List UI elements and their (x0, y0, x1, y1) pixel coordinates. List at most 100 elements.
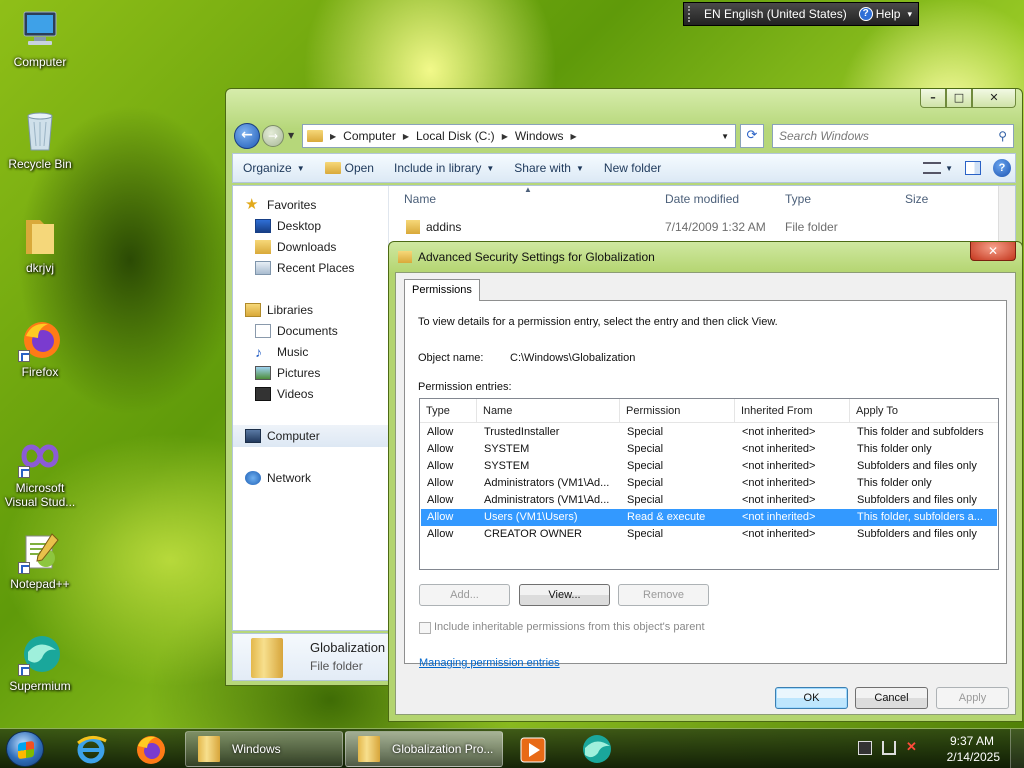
language-indicator[interactable]: EN English (United States) (704, 7, 847, 21)
nav-pictures[interactable]: Pictures (255, 364, 320, 382)
help-icon[interactable]: ? (858, 7, 873, 21)
entry-inherited-from: <not inherited> (742, 443, 816, 455)
chevron-down-icon[interactable]: ▼ (945, 164, 953, 173)
taskbar-media-player[interactable] (507, 731, 561, 767)
desktop-icon-label: Firefox (21, 365, 59, 379)
ok-button[interactable]: OK (775, 687, 848, 709)
entry-inherited-from: <not inherited> (742, 460, 816, 472)
permission-entries-list[interactable]: Type Name Permission Inherited From Appl… (419, 398, 999, 570)
taskbar-supermium[interactable] (570, 731, 624, 767)
search-icon[interactable]: ⚲ (998, 129, 1007, 143)
start-button[interactable] (6, 731, 44, 767)
refresh-button[interactable]: ⟳ (740, 124, 764, 148)
minimize-button[interactable]: – (920, 89, 946, 108)
breadcrumb-windows[interactable]: Windows (515, 129, 564, 143)
drag-handle-icon[interactable] (688, 6, 694, 22)
action-center-icon[interactable] (858, 741, 872, 755)
column-header-apply-to[interactable]: Apply To (850, 399, 998, 423)
taskbar-internet-explorer[interactable] (64, 731, 118, 767)
nav-desktop[interactable]: Desktop (255, 217, 321, 235)
nav-music[interactable]: ♪ Music (255, 343, 308, 361)
clock-time[interactable]: 9:37 AM (950, 734, 994, 748)
breadcrumb-local-disk[interactable]: Local Disk (C:) (416, 129, 495, 143)
open-button[interactable]: Open (315, 161, 384, 175)
change-view-icon[interactable] (923, 162, 942, 174)
nav-recent-places[interactable]: Recent Places (255, 259, 354, 277)
back-button[interactable]: ← (234, 123, 260, 149)
help-link[interactable]: Help (876, 7, 901, 21)
nav-libraries[interactable]: Libraries (245, 301, 313, 319)
search-placeholder[interactable]: Search Windows (779, 129, 869, 143)
permission-entry-row[interactable]: Allow SYSTEM Special <not inherited> Subfold… (421, 458, 997, 475)
tab-permissions[interactable]: Permissions (404, 279, 480, 301)
view-button[interactable]: View... (519, 584, 610, 606)
apply-button[interactable]: Apply (936, 687, 1009, 709)
column-header-inherited-from[interactable]: Inherited From (735, 399, 850, 423)
managing-permissions-link[interactable]: Managing permission entries (419, 657, 560, 669)
address-bar[interactable]: ▶ Computer ▶ Local Disk (C:) ▶ Windows ▶… (302, 124, 736, 148)
entry-apply-to: This folder only (857, 443, 932, 455)
permission-entry-row[interactable]: Allow TrustedInstaller Special <not inherit… (421, 424, 997, 441)
clock-date[interactable]: 2/14/2025 (947, 750, 1000, 764)
search-box[interactable]: Search Windows ⚲ (772, 124, 1014, 148)
column-header-type[interactable]: Type (785, 186, 811, 212)
nav-videos[interactable]: Videos (255, 385, 313, 403)
permission-entry-row[interactable]: Allow CREATOR OWNER Special <not inherited>… (421, 526, 997, 543)
maximize-button[interactable]: □ (946, 89, 972, 108)
desktop-icon-supermium[interactable]: Supermium (2, 632, 78, 693)
column-header-permission[interactable]: Permission (620, 399, 735, 423)
firefox-icon (18, 318, 62, 362)
chevron-right-icon[interactable]: ▶ (403, 132, 409, 141)
language-bar[interactable]: EN English (United States) ? Help ▾ (683, 2, 919, 26)
desktop-icon-firefox[interactable]: Firefox (2, 318, 78, 379)
chevron-right-icon[interactable]: ▶ (571, 132, 577, 141)
chevron-right-icon[interactable]: ▶ (330, 132, 336, 141)
desktop-icon-folder-dkrjvj[interactable]: dkrjvj (2, 214, 78, 275)
include-inheritable-checkbox[interactable] (419, 622, 431, 634)
column-header-size[interactable]: Size (905, 186, 928, 212)
share-with-button[interactable]: Share with ▼ (504, 161, 594, 175)
column-header-name[interactable]: Name (404, 186, 436, 212)
nav-downloads[interactable]: Downloads (255, 238, 336, 256)
recent-pages-dropdown[interactable]: ▼ (288, 131, 294, 140)
add-button[interactable]: Add... (419, 584, 510, 606)
volume-muted-icon[interactable]: ✕ (906, 739, 917, 755)
taskbar-windows-explorer[interactable]: Windows (185, 731, 343, 767)
column-header-name[interactable]: Name (477, 399, 620, 423)
nav-network[interactable]: Network (245, 469, 311, 487)
nav-computer[interactable]: Computer (245, 427, 320, 445)
options-icon[interactable]: ▾ (907, 9, 912, 20)
close-button[interactable]: ✕ (972, 89, 1016, 108)
include-in-library-button[interactable]: Include in library ▼ (384, 161, 504, 175)
cancel-button[interactable]: Cancel (855, 687, 928, 709)
address-dropdown-icon[interactable]: ▼ (721, 132, 729, 141)
permission-entry-row[interactable]: Allow Administrators (VM1\Ad... Special <no… (421, 475, 997, 492)
sort-indicator-icon: ▲ (524, 185, 532, 194)
permission-entry-row[interactable]: Allow Administrators (VM1\Ad... Special <no… (421, 492, 997, 509)
nav-documents[interactable]: Documents (255, 322, 338, 340)
desktop-icon-computer[interactable]: Computer (2, 8, 78, 69)
nav-label: Favorites (267, 198, 317, 212)
column-header-type[interactable]: Type (420, 399, 477, 423)
taskbar-firefox[interactable] (124, 731, 178, 767)
breadcrumb-computer[interactable]: Computer (343, 129, 396, 143)
desktop-icon-visual-studio[interactable]: Microsoft Visual Stud... (2, 434, 78, 509)
file-row[interactable]: addins 7/14/2009 1:32 AM File folder (390, 216, 1015, 238)
permission-entry-row[interactable]: Allow Users (VM1\Users) Read & execute <not… (421, 509, 997, 526)
desktop-icon-recycle-bin[interactable]: Recycle Bin (2, 110, 78, 171)
nav-favorites[interactable]: ★ Favorites (245, 196, 316, 214)
show-desktop-button[interactable] (1010, 729, 1024, 768)
dialog-close-button[interactable]: ✕ (970, 242, 1016, 261)
desktop-icon-notepad-plus-plus[interactable]: Notepad++ (2, 530, 78, 591)
organize-button[interactable]: Organize ▼ (233, 161, 315, 175)
network-icon[interactable] (882, 741, 896, 755)
permission-entry-row[interactable]: Allow SYSTEM Special <not inherited> This fo… (421, 441, 997, 458)
column-header-date[interactable]: Date modified (665, 186, 739, 212)
taskbar-globalization-properties[interactable]: Globalization Pro... (345, 731, 503, 767)
preview-pane-icon[interactable] (965, 161, 981, 175)
new-folder-button[interactable]: New folder (594, 161, 671, 175)
help-icon[interactable]: ? (993, 159, 1011, 177)
chevron-right-icon[interactable]: ▶ (502, 132, 508, 141)
forward-button[interactable]: → (262, 125, 284, 147)
remove-button[interactable]: Remove (618, 584, 709, 606)
